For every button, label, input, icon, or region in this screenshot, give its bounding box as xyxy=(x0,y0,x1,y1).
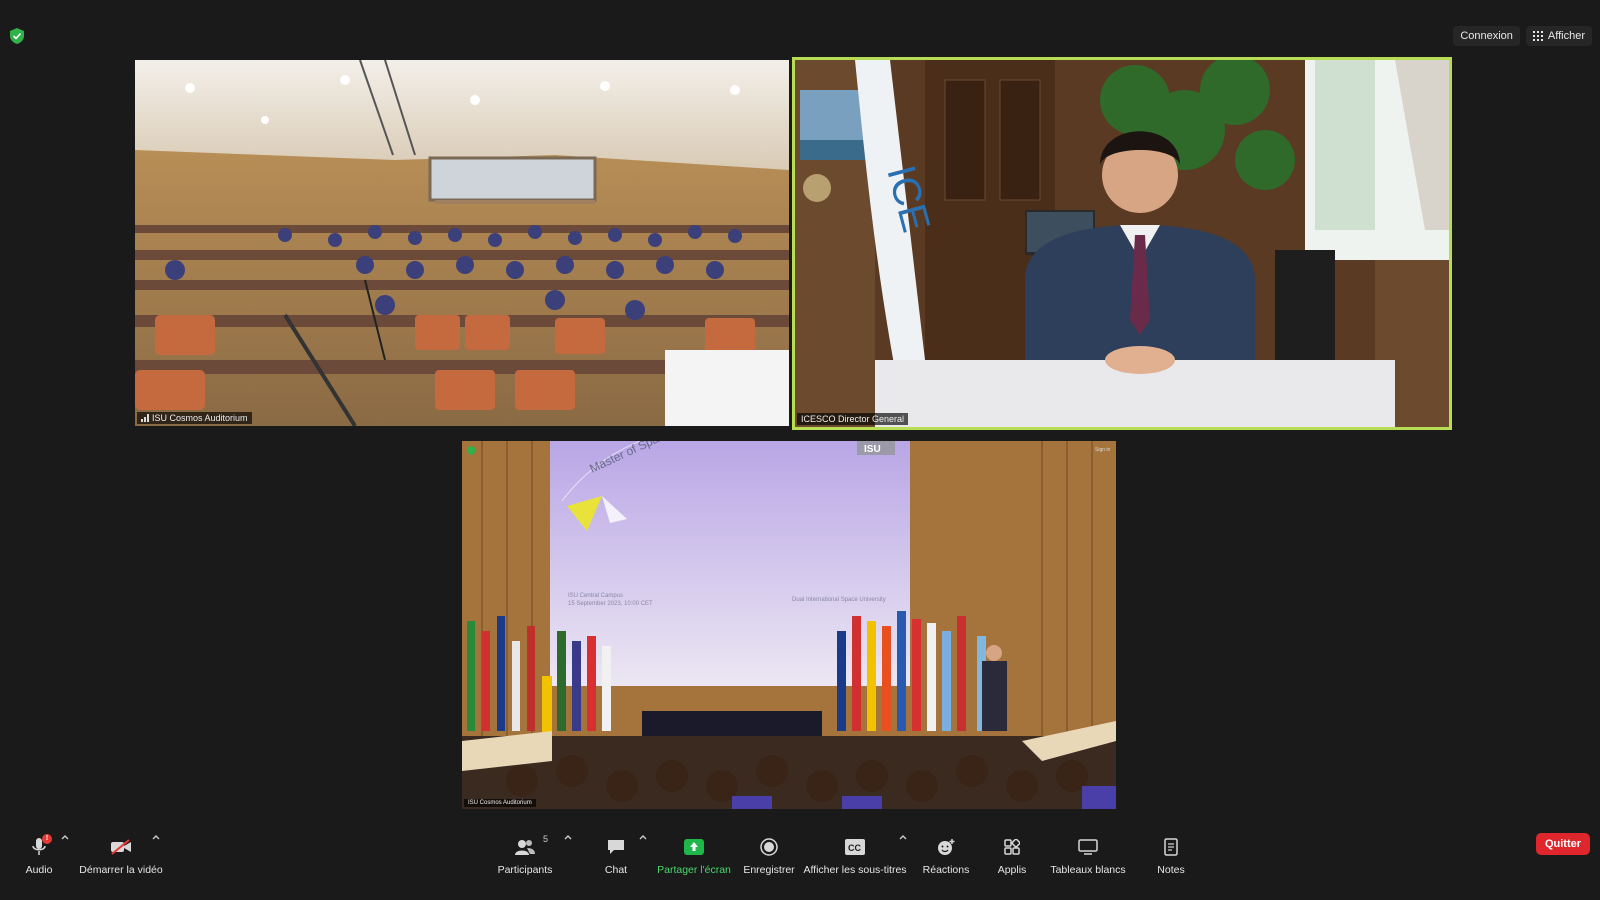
smiley-plus-icon xyxy=(936,836,956,858)
participant-nametag: ISU Cosmos Auditorium xyxy=(464,799,536,807)
captions-icon-text: CC xyxy=(848,843,861,853)
captions-options-chevron-icon[interactable] xyxy=(898,832,908,842)
grid-view-icon xyxy=(1532,31,1543,41)
whiteboards-label: Tableaux blancs xyxy=(1050,864,1126,876)
leave-button[interactable]: Quitter xyxy=(1536,833,1590,855)
apps-icon xyxy=(1004,836,1020,858)
audio-alert-badge: ! xyxy=(42,834,52,844)
connection-bars-icon xyxy=(141,414,149,422)
top-right-controls: Connexion Afficher xyxy=(1453,26,1592,46)
security-shield-icon[interactable] xyxy=(10,28,24,44)
auditorium-video-image xyxy=(135,60,789,426)
participants-icon: 5 xyxy=(514,834,548,858)
participant-name: ISU Cosmos Auditorium xyxy=(468,800,532,806)
record-button[interactable]: Enregistrer xyxy=(742,820,796,876)
reactions-button[interactable]: Réactions xyxy=(922,820,970,876)
chat-bubble-icon xyxy=(607,836,625,858)
screen-line-2: 15 September 2023, 10:00 CET xyxy=(568,601,653,607)
whiteboards-button[interactable]: Tableaux blancs xyxy=(1050,820,1126,876)
share-screen-label: Partager l'écran xyxy=(657,864,731,876)
notes-label: Notes xyxy=(1157,864,1185,876)
start-video-button[interactable]: Démarrer la vidéo xyxy=(79,820,163,876)
director-general-video-image: ICE xyxy=(795,60,1449,427)
video-off-icon xyxy=(110,836,132,858)
audio-label: Audio xyxy=(25,864,53,876)
view-button[interactable]: Afficher xyxy=(1525,26,1592,46)
participant-nametag: ISU Cosmos Auditorium xyxy=(137,412,252,424)
notes-button[interactable]: Notes xyxy=(1154,820,1188,876)
closed-captions-icon: CC xyxy=(845,836,865,858)
microphone-icon: ! xyxy=(32,834,52,858)
participant-name: ISU Cosmos Auditorium xyxy=(152,413,248,423)
start-video-label: Démarrer la vidéo xyxy=(79,864,163,876)
screen-line-1: ISU Central Campus xyxy=(568,593,623,599)
video-tile-stage[interactable]: Master of Space Studies ISU Central Camp… xyxy=(462,441,1116,809)
chat-button[interactable]: Chat xyxy=(598,820,634,876)
video-tile-auditorium[interactable]: ISU Cosmos Auditorium xyxy=(135,60,789,426)
chat-options-chevron-icon[interactable] xyxy=(638,832,648,842)
signin-button[interactable]: Connexion xyxy=(1453,26,1520,46)
signin-label: Connexion xyxy=(1460,30,1513,42)
apps-label: Applis xyxy=(997,864,1027,876)
show-captions-label: Afficher les sous-titres xyxy=(803,864,907,876)
audio-button[interactable]: ! Audio xyxy=(22,820,56,876)
participants-label: Participants xyxy=(497,864,553,876)
participant-name: ICESCO Director General xyxy=(801,414,905,424)
whiteboard-icon xyxy=(1078,836,1098,858)
participant-nametag: ICESCO Director General xyxy=(797,413,909,425)
reactions-label: Réactions xyxy=(922,864,970,876)
audio-options-chevron-icon[interactable] xyxy=(60,832,70,842)
share-screen-icon xyxy=(684,836,704,858)
stage-video-image: Master of Space Studies ISU Central Camp… xyxy=(462,441,1116,809)
participants-options-chevron-icon[interactable] xyxy=(563,832,573,842)
meeting-toolbar: ! Audio Démarrer la vidéo 5 Participants… xyxy=(0,820,1600,900)
participants-count: 5 xyxy=(542,834,548,844)
view-label: Afficher xyxy=(1547,30,1585,42)
notes-icon xyxy=(1164,836,1178,858)
chat-label: Chat xyxy=(604,864,628,876)
record-label: Enregistrer xyxy=(743,864,795,876)
screen-right-text: Dual International Space University xyxy=(792,597,886,603)
video-tile-director-general[interactable]: ICE ICESCO Director General xyxy=(792,57,1452,430)
video-options-chevron-icon[interactable] xyxy=(151,832,161,842)
sign-in-text: Sign in xyxy=(1095,447,1111,453)
participants-button[interactable]: 5 Participants xyxy=(496,820,554,876)
show-captions-button[interactable]: CC Afficher les sous-titres xyxy=(803,820,907,876)
record-icon xyxy=(760,836,778,858)
share-screen-button[interactable]: Partager l'écran xyxy=(657,820,731,876)
top-bar: Connexion Afficher xyxy=(0,0,1600,56)
security-shield-icon xyxy=(467,446,475,455)
isu-logo-text: ISU xyxy=(864,444,881,455)
apps-button[interactable]: Applis xyxy=(992,820,1032,876)
